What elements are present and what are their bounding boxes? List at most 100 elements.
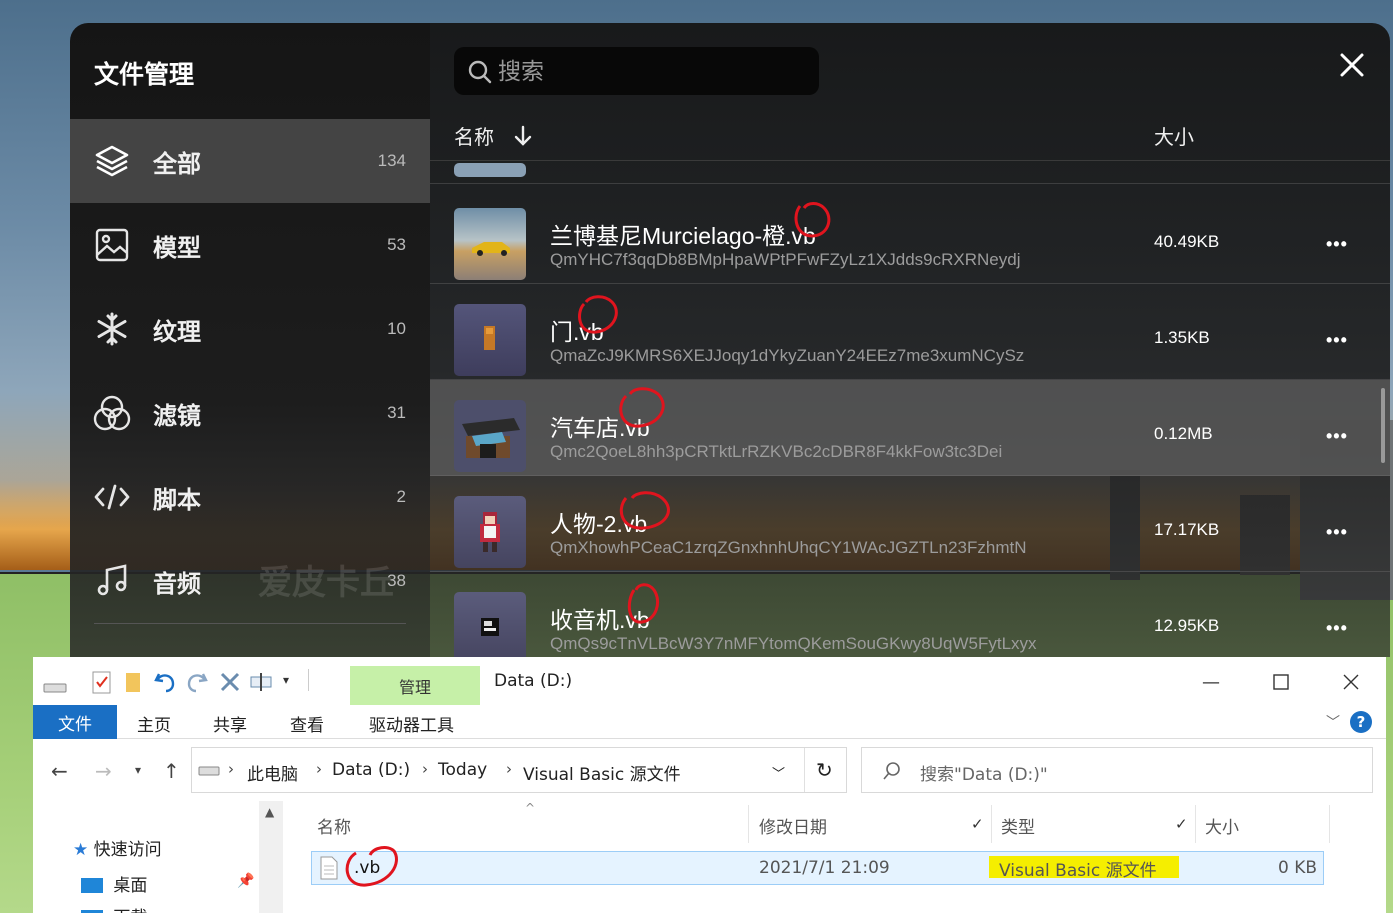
minimize-button[interactable]: — [1191,667,1231,697]
drive-icon [198,766,220,776]
category-sidebar: 文件管理 全部 134 模型 53 纹理 10 滤镜 31 脚本 2 音频 38… [70,23,430,657]
drive-icon[interactable] [43,675,69,701]
sort-indicator-icon: ^ [525,801,536,815]
tree-item-label: 下载 [113,908,147,913]
redo-icon[interactable] [185,669,209,695]
customize-toolbar-icon[interactable]: ▾ [283,673,289,699]
search-icon [883,762,900,780]
maximize-button[interactable] [1261,667,1301,697]
file-modified: 2021/7/1 21:09 [759,858,890,878]
breadcrumb-separator: › [422,760,428,778]
explorer-search-placeholder: 搜索"Data (D:)" [920,765,1048,785]
file-thumbnail [454,400,526,472]
file-row[interactable]: 门.vb QmaZcJ9KMRS6XEJJoqy1dYkyZuanY24EEz7… [430,284,1390,380]
delete-icon[interactable] [219,669,241,695]
breadcrumb-item[interactable]: 此电脑 [247,760,298,785]
file-thumbnail [454,304,526,376]
file-name: 兰博基尼Murcielago-橙.vb [550,223,816,249]
file-row-selected[interactable]: .vb 2021/7/1 21:09 Visual Basic 源文件 0 KB [311,851,1324,885]
sidebar-item-filters[interactable]: 滤镜 31 [70,371,430,455]
desktop-icon [81,878,103,893]
sidebar-item-count: 31 [387,403,406,422]
more-options-button[interactable]: ••• [1326,426,1348,447]
column-header-modified[interactable]: 修改日期 [759,813,827,838]
close-button[interactable] [1338,51,1366,79]
breadcrumb-item[interactable]: Data (D:) [332,760,410,780]
properties-icon[interactable] [91,669,113,695]
scroll-up-icon[interactable]: ▲ [265,805,274,819]
tree-item-downloads[interactable]: 下载 [81,903,147,913]
column-header-type[interactable]: 类型 [1001,813,1035,838]
file-size: 17.17KB [1154,520,1220,539]
file-size: 0.12MB [1154,424,1213,443]
column-separator [991,805,992,843]
file-thumbnail [454,208,526,280]
file-row[interactable]: 收音机.vb QmQs9cTnVLBcW3Y7nMFYtomQKemSouGKw… [430,572,1390,657]
back-arrow-icon[interactable]: ← [51,759,68,783]
forward-arrow-icon[interactable]: → [95,759,112,783]
tree-item-desktop[interactable]: 桌面 [81,871,147,896]
close-window-button[interactable] [1331,667,1371,697]
filter-circles-icon [92,393,132,433]
refresh-icon[interactable]: ↻ [816,758,833,782]
sidebar-item-label: 滤镜 [153,402,201,430]
explorer-search-box[interactable]: 搜索"Data (D:)" [861,747,1373,793]
file-row[interactable]: 兰博基尼Murcielago-橙.vb QmYHC7f3qqDb8BMpHpaW… [430,188,1390,284]
sidebar-item-scripts[interactable]: 脚本 2 [70,455,430,539]
sidebar-item-all[interactable]: 全部 134 [70,119,430,203]
new-folder-icon[interactable] [123,669,145,695]
help-button[interactable]: ? [1350,711,1372,733]
undo-icon[interactable] [153,669,177,695]
tab-drive-tools[interactable]: 驱动器工具 [369,711,454,736]
file-row-selected[interactable]: 汽车店.vb Qmc2QoeL8hh3pCRTktLrRZKVBc2cDBR8F… [430,380,1390,476]
up-arrow-icon[interactable]: ↑ [163,759,180,783]
more-options-button[interactable]: ••• [1326,522,1348,543]
tree-item-quick-access[interactable]: ★ 快速访问 [73,835,162,860]
address-dropdown-icon[interactable]: ﹀ [772,763,785,782]
tab-share[interactable]: 共享 [213,711,247,736]
file-size: 1.35KB [1154,328,1210,347]
file-type: Visual Basic 源文件 [989,856,1179,881]
rename-icon[interactable] [249,669,275,695]
sidebar-item-count: 53 [387,235,406,254]
tab-file[interactable]: 文件 [33,705,117,739]
music-note-icon [92,561,132,601]
file-hash: QmYHC7f3qqDb8BMpHpaWPtPFwFZyLz1XJdds9cRX… [550,250,1021,269]
tab-home[interactable]: 主页 [137,711,171,736]
pin-icon[interactable]: 📌 [237,873,254,889]
sidebar-item-label: 音频 [153,570,201,598]
search-input[interactable] [498,57,798,85]
door-thumbnail-icon [484,326,495,350]
breadcrumb-item[interactable]: Today [438,760,487,780]
sidebar-item-textures[interactable]: 纹理 10 [70,287,430,371]
address-bar[interactable]: › 此电脑 › Data (D:) › Today › Visual Basic… [191,747,847,793]
tab-manage[interactable]: 管理 [350,666,480,705]
more-options-button[interactable]: ••• [1326,618,1348,639]
column-checkbox-icon[interactable]: ✓ [971,815,984,833]
scrollbar-thumb[interactable] [1381,388,1385,463]
column-separator [748,805,749,843]
panel-title: 文件管理 [94,61,195,89]
ribbon-expand-icon[interactable]: ﹀ [1326,712,1340,732]
navigation-tree: ★ 快速访问 桌面 📌 下载 ▲ [33,801,291,913]
sidebar-item-models[interactable]: 模型 53 [70,203,430,287]
file-row-partial[interactable] [430,88,1390,184]
file-size: 12.95KB [1154,616,1220,635]
file-thumbnail [454,496,526,568]
maximize-icon [1273,674,1289,690]
column-header-size[interactable]: 大小 [1205,813,1239,838]
breadcrumb-item[interactable]: Visual Basic 源文件 [523,760,681,785]
file-name: 人物-2.vb [550,511,648,537]
column-header-name[interactable]: 名称 [317,813,351,838]
more-options-button[interactable]: ••• [1326,234,1348,255]
recent-locations-icon[interactable]: ▾ [135,763,141,777]
file-name: 门.vb [550,319,604,345]
file-hash: Qmc2QoeL8hh3pCRTktLrRZKVBc2cDBR8F4kkFow3… [550,442,1003,461]
tree-scrollbar[interactable]: ▲ [259,801,283,913]
column-checkbox-icon[interactable]: ✓ [1175,815,1188,833]
more-options-button[interactable]: ••• [1326,330,1348,351]
file-row[interactable]: 人物-2.vb QmXhowhPCeaC1zrqZGnxhnhUhqCY1WAc… [430,476,1390,572]
breadcrumb-separator: › [316,760,322,778]
tree-item-label: 快速访问 [93,840,162,860]
tab-view[interactable]: 查看 [290,711,324,736]
